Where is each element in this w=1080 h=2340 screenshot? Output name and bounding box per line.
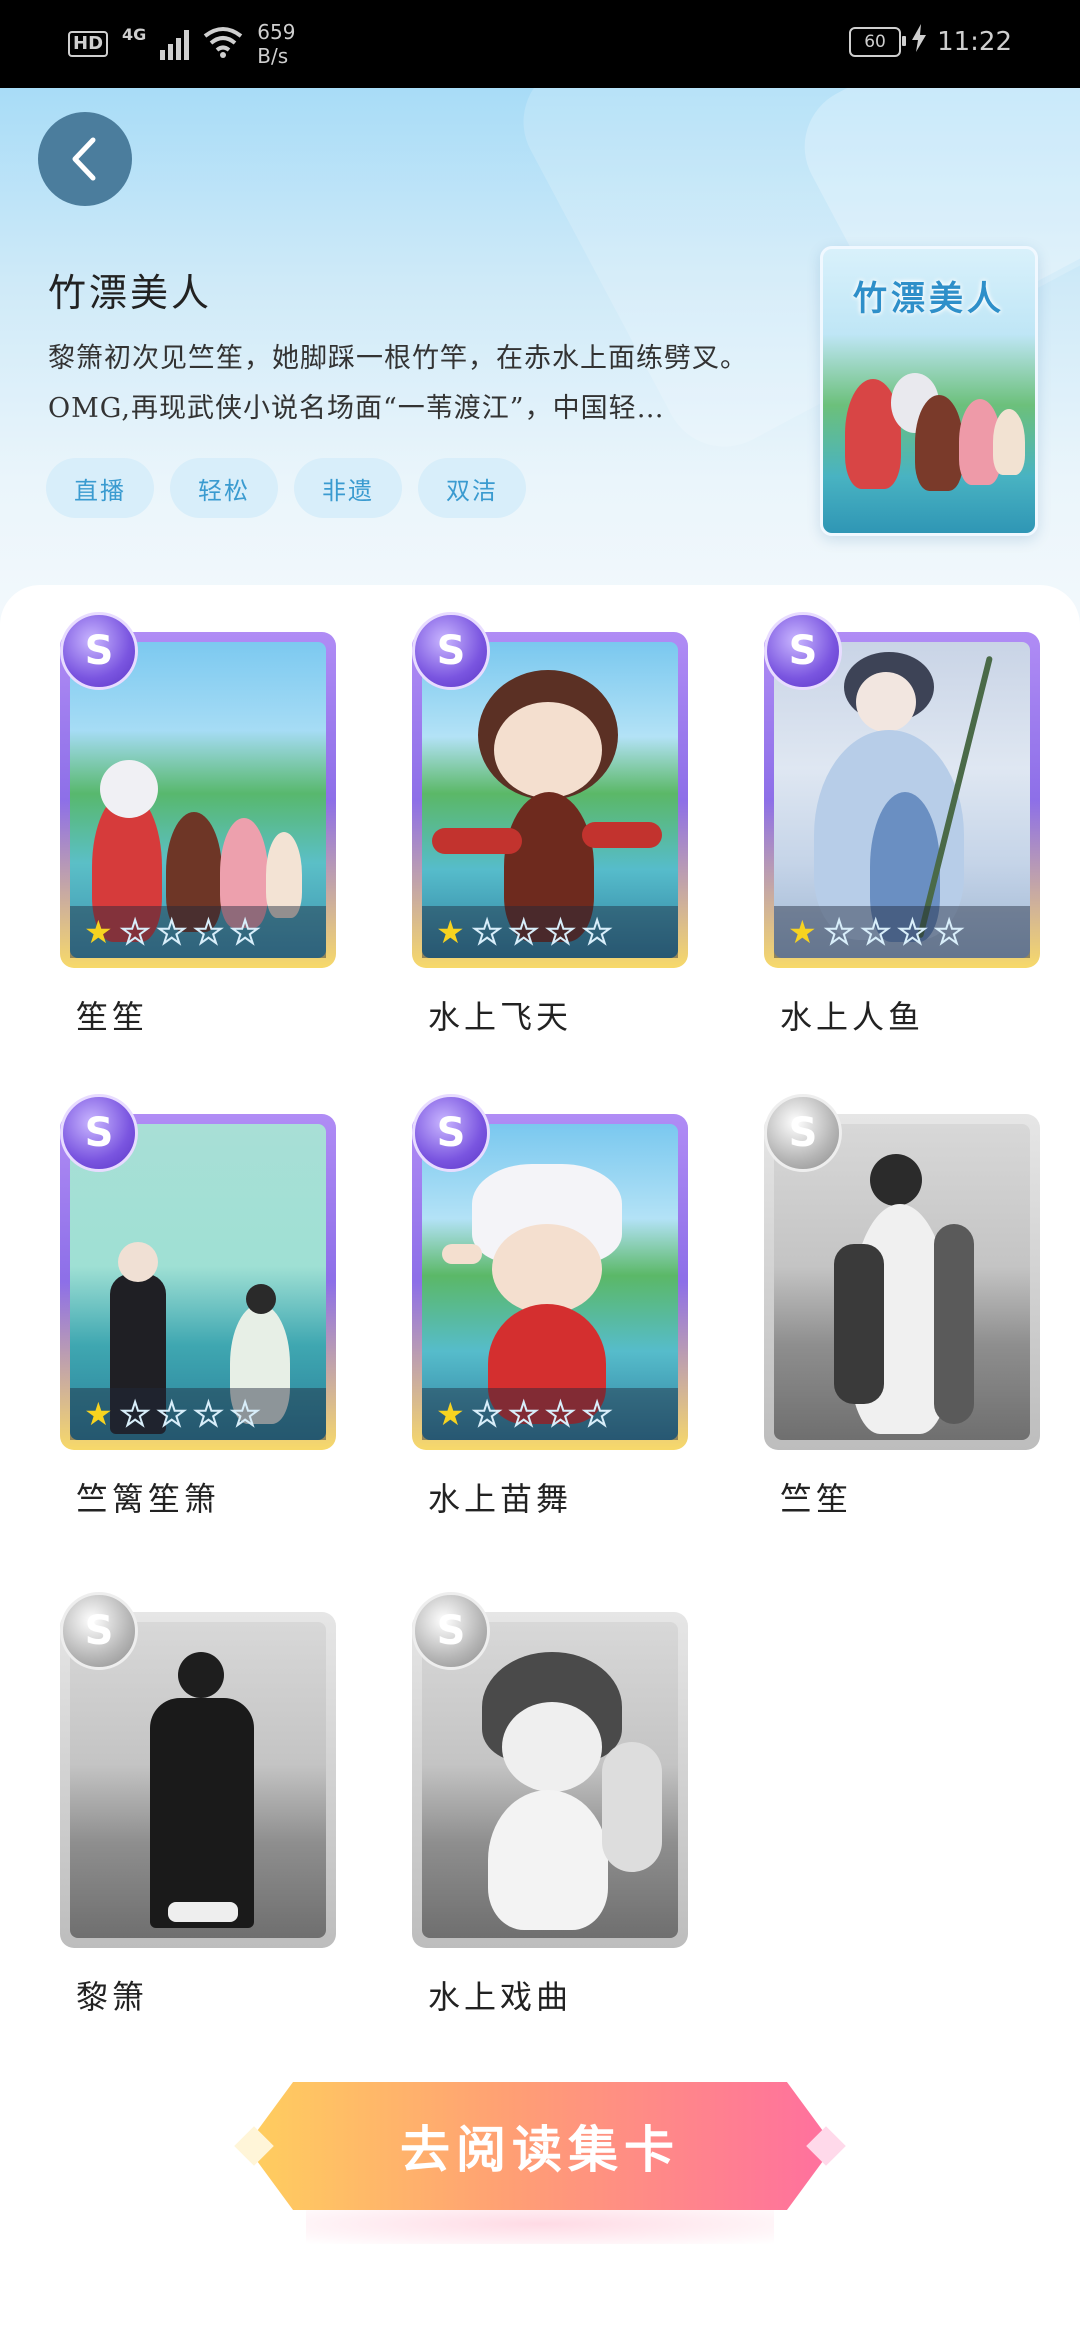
signal-icon <box>160 28 190 60</box>
cta-label: 去阅读集卡 <box>400 2121 680 2179</box>
rank-badge: S <box>60 612 138 690</box>
tag-item[interactable]: 双洁 <box>418 458 526 518</box>
back-button[interactable] <box>38 112 132 206</box>
star-rating: ★ ★ ★ ★ ★ <box>70 1388 326 1440</box>
read-collect-cards-button[interactable]: 去阅读集卡 <box>234 2082 846 2244</box>
card-item[interactable]: ★ ★ ★ ★ ★ S 水上苗舞 <box>412 1094 688 1520</box>
card-item[interactable]: ★ ★ ★ ★ ★ S 水上人鱼 <box>764 612 1040 1038</box>
wifi-icon <box>203 26 243 62</box>
card-name: 笙笙 <box>76 998 149 1036</box>
chevron-left-icon <box>72 137 96 181</box>
tag-item[interactable]: 直播 <box>46 458 154 518</box>
star-rating: ★ ★ ★ ★ ★ <box>422 1388 678 1440</box>
clock: 11:22 <box>937 26 1012 57</box>
cover-title: 竹漂美人 <box>853 279 1005 319</box>
topic-description: 黎箫初次见竺笙，她脚踩一根竹竿，在赤水上面练劈叉。OMG,再现武侠小说名场面“一… <box>48 343 748 424</box>
battery-icon: 60 <box>849 26 907 57</box>
battery-level: 60 <box>864 31 886 52</box>
rank-badge: S <box>412 1592 490 1670</box>
charging-icon <box>911 24 927 59</box>
rank-badge: S <box>764 1094 842 1172</box>
rank-badge: S <box>60 1592 138 1670</box>
card-name: 水上人鱼 <box>780 998 925 1036</box>
net-speed-value: 659 <box>257 20 296 44</box>
star-rating: ★ ★ ★ ★ ★ <box>774 906 1030 958</box>
rank-badge: S <box>60 1094 138 1172</box>
tag-item[interactable]: 非遗 <box>294 458 402 518</box>
star-rating: ★ ★ ★ ★ ★ <box>70 906 326 958</box>
network-type: 4G <box>122 24 147 44</box>
card-name: 水上苗舞 <box>428 1480 573 1518</box>
net-speed-unit: B/s <box>257 44 289 68</box>
card-name: 水上飞天 <box>428 998 573 1036</box>
status-bar: HD 4G 659 B/s 60 11:22 <box>0 0 1080 88</box>
card-item[interactable]: S 水上戏曲 <box>412 1592 688 2018</box>
card-item[interactable]: ★ ★ ★ ★ ★ S 水上飞天 <box>412 612 688 1038</box>
cover-image: 竹漂美人 <box>820 246 1038 536</box>
net-speed: 659 B/s <box>257 20 295 68</box>
card-item[interactable]: ★ ★ ★ ★ ★ S 笙笙 <box>60 612 336 1038</box>
rank-badge: S <box>764 612 842 690</box>
rank-badge: S <box>412 612 490 690</box>
topic-title: 竹漂美人 <box>48 271 213 315</box>
card-name: 竺笙 <box>780 1480 853 1518</box>
hd-icon: HD <box>68 31 109 57</box>
star-rating: ★ ★ ★ ★ ★ <box>422 906 678 958</box>
card-item[interactable]: S 黎箫 <box>60 1592 336 2018</box>
card-name: 竺篱笙箫 <box>76 1480 221 1518</box>
rank-badge: S <box>412 1094 490 1172</box>
tag-item[interactable]: 轻松 <box>170 458 278 518</box>
card-name: 黎箫 <box>76 1978 149 2016</box>
card-item[interactable]: S 竺笙 <box>764 1094 1040 1520</box>
card-name: 水上戏曲 <box>428 1978 573 2016</box>
tag-list: 直播 轻松 非遗 双洁 <box>46 458 526 518</box>
card-item[interactable]: ★ ★ ★ ★ ★ S 竺篱笙箫 <box>60 1094 336 1520</box>
